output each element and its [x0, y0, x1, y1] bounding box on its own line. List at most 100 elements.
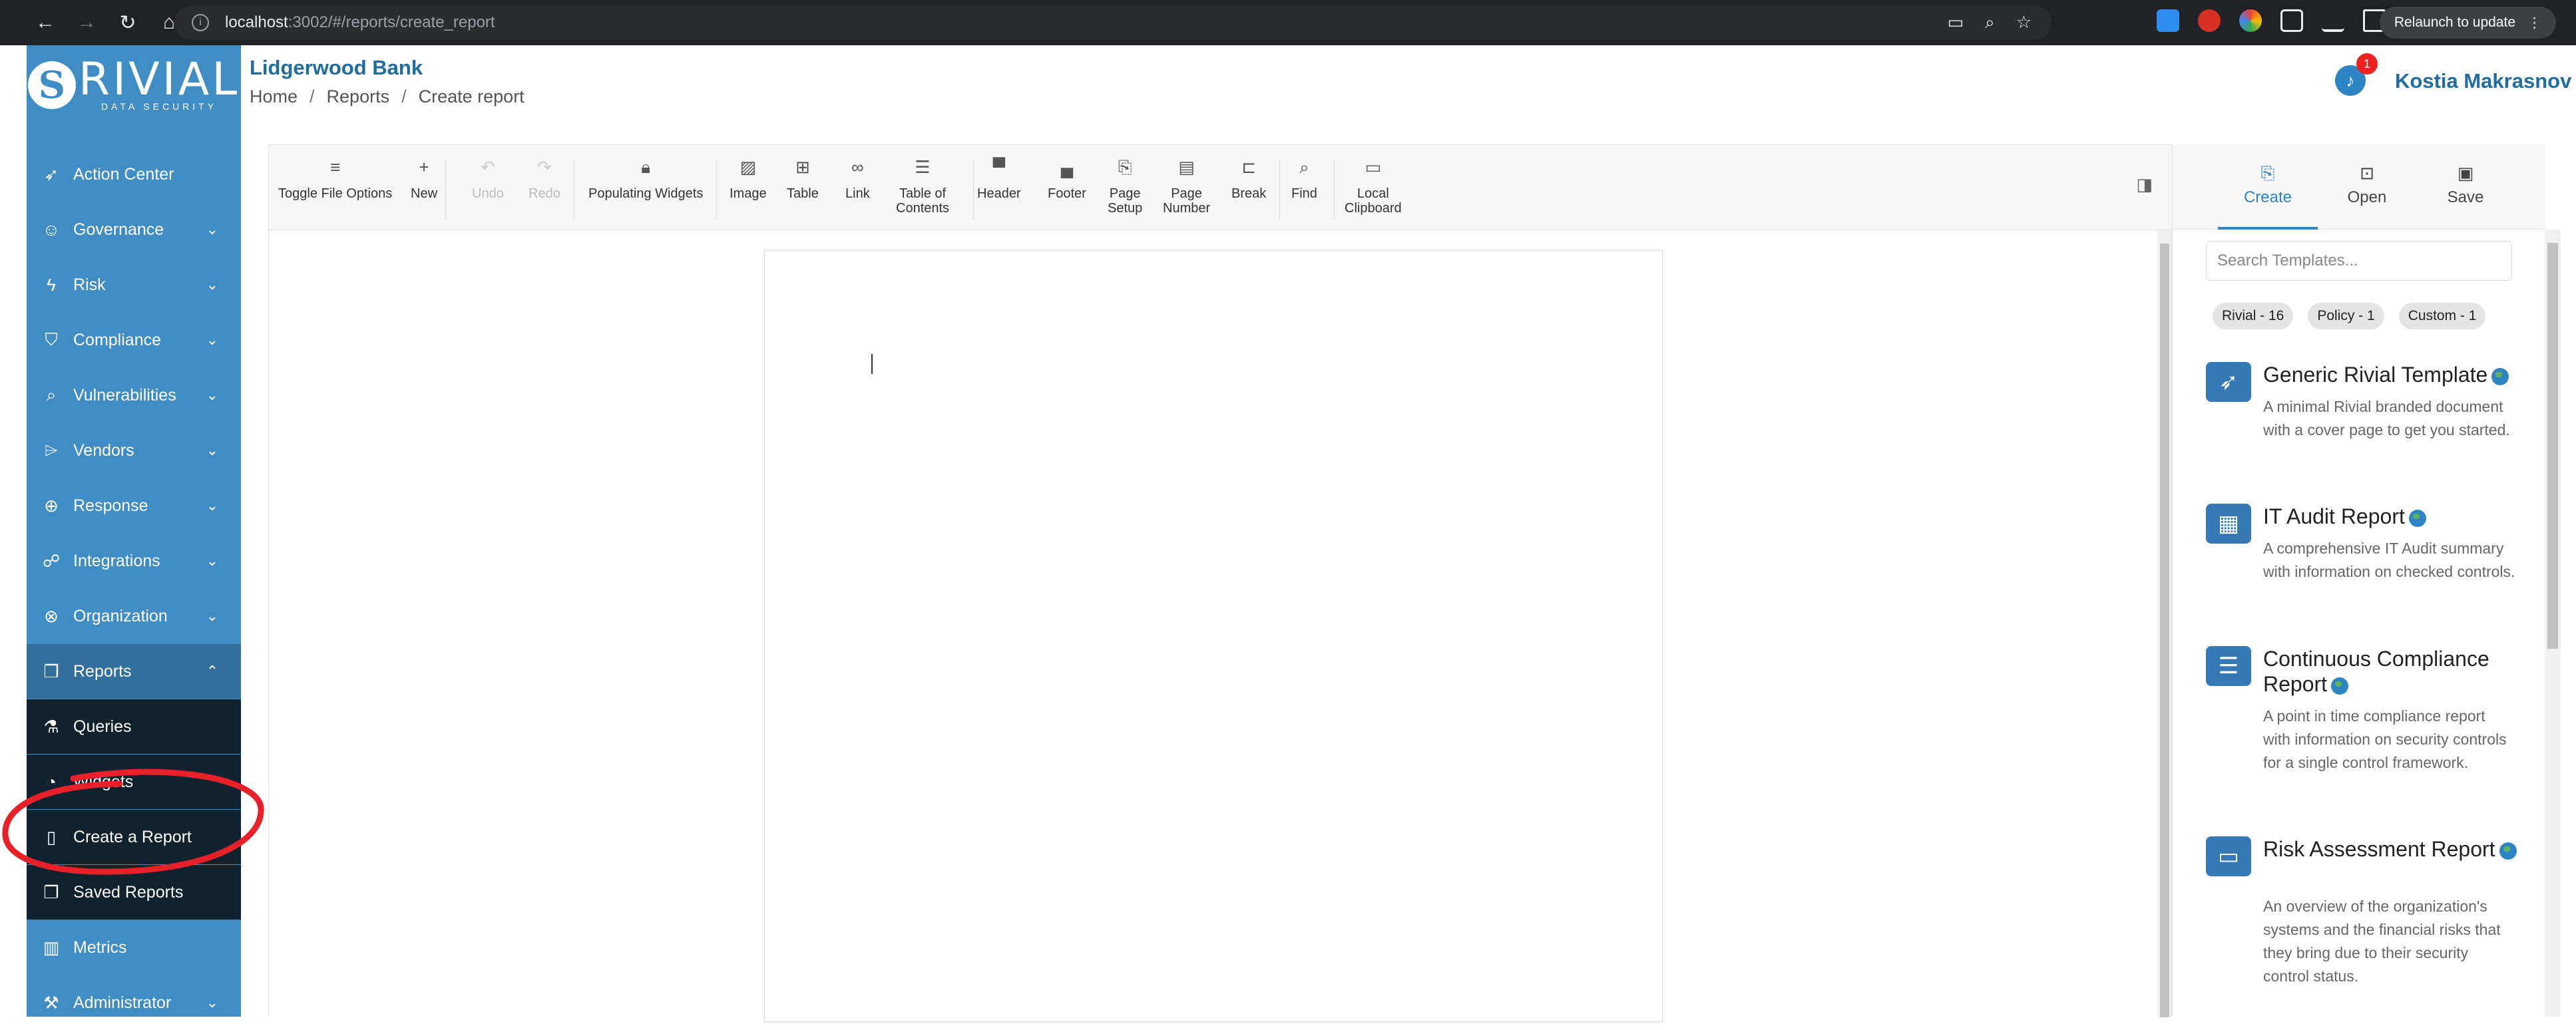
template-search-input[interactable]: Search Templates... — [2206, 241, 2512, 281]
find-button[interactable]: ⌕ Find — [1291, 157, 1317, 201]
bookmark-star-icon[interactable]: ☆ — [2016, 12, 2032, 33]
sidebar-item-vendors[interactable]: ⌲ Vendors ⌄ — [27, 423, 241, 478]
breadcrumb-reports[interactable]: Reports — [327, 86, 390, 107]
editor-scrollbar[interactable] — [2158, 230, 2171, 1017]
color-ext-icon[interactable] — [2239, 9, 2262, 32]
reload-icon[interactable]: ↻ — [116, 11, 140, 35]
header-button[interactable]: ▀ Header — [977, 158, 1021, 201]
rivial-logo[interactable]: S RIVIAL DATA SECURITY — [27, 45, 241, 125]
search-icon: ⌕ — [1299, 157, 1309, 177]
user-name[interactable]: Kostia Makrasnov — [2395, 69, 2571, 93]
sidebar-item-metrics[interactable]: ▥ Metrics — [27, 920, 241, 975]
link-button[interactable]: ∞ Link — [845, 158, 870, 201]
site-info-icon[interactable]: i — [192, 14, 209, 31]
shield-icon: ⛉ — [45, 329, 58, 349]
rivial-logo-mark: S — [27, 61, 76, 109]
table-button[interactable]: ⊞ Table — [787, 157, 819, 201]
editor-scrollbar-thumb[interactable] — [2160, 244, 2169, 1017]
notification-badge: 1 — [2356, 53, 2378, 75]
table-icon: ⊞ — [795, 157, 810, 177]
rocket-icon: ➶ — [44, 164, 59, 184]
adblock-ext-icon[interactable] — [2198, 9, 2221, 32]
sidebar-item-response[interactable]: ⊕ Response ⌄ — [27, 478, 241, 533]
bar-chart-icon: ▥ — [43, 937, 60, 957]
image-icon: ▨ — [740, 157, 757, 177]
clipboard-icon: ▭ — [1365, 157, 1382, 177]
chevron-down-icon: ⌄ — [206, 276, 218, 293]
populating-widgets-button[interactable]: 🔒︎ Populating Widgets — [588, 158, 703, 201]
sidebar-item-integrations[interactable]: ☍ Integrations ⌄ — [27, 534, 241, 588]
document-page[interactable] — [764, 250, 1663, 1022]
panel-scrollbar-thumb[interactable] — [2547, 243, 2558, 649]
sidebar-item-organization[interactable]: ⊗ Organization ⌄ — [27, 589, 241, 643]
chevron-down-icon: ⌄ — [206, 607, 218, 624]
sidebar-item-reports[interactable]: ❐ Reports ⌃ — [27, 644, 241, 699]
crosshair-icon: ⊕ — [44, 495, 59, 516]
table-of-contents-button[interactable]: ☰ Table of Contents — [896, 158, 949, 216]
folder-open-icon: ⊡ — [2360, 163, 2374, 183]
image-button[interactable]: ▨ Image — [730, 157, 767, 201]
org-name: Lidgerwood Bank — [250, 56, 423, 79]
tab-create[interactable]: ⎘ Create — [2218, 163, 2318, 207]
chevron-down-icon: ⌄ — [206, 497, 218, 514]
chevron-down-icon: ⌄ — [206, 442, 218, 458]
toolbar-divider — [1334, 160, 1335, 220]
undo-button[interactable]: ↶ Undo — [472, 157, 504, 201]
browser-chrome: ← → ↻ ⌂ i localhost :3002/#/reports/crea… — [0, 0, 2576, 45]
address-bar[interactable]: i localhost :3002/#/reports/create_repor… — [174, 5, 2051, 40]
toggle-side-panel-icon[interactable]: ◨ — [2136, 174, 2153, 195]
sidebar-item-vulnerabilities[interactable]: ⌕ Vulnerabilities ⌄ — [27, 368, 241, 423]
user-icon: ☺ — [42, 219, 61, 240]
toggle-file-options-button[interactable]: ≡ Toggle File Options — [278, 158, 392, 201]
media-icon[interactable] — [2322, 9, 2344, 32]
tab-save[interactable]: ▣ Save — [2416, 163, 2515, 207]
sidebar-item-administrator[interactable]: ⚒ Administrator ⌄ — [27, 975, 241, 1030]
annotation-circle — [2, 769, 264, 875]
magnify-icon: ⌕ — [46, 385, 57, 405]
template-item[interactable]: ➶ Generic Rivial Template A minimal Rivi… — [2206, 362, 2519, 475]
chevron-down-icon: ⌄ — [206, 552, 218, 569]
chip-custom[interactable]: Custom - 1 — [2398, 303, 2486, 329]
redo-button[interactable]: ↷ Redo — [529, 158, 560, 201]
footer-icon: ▄ — [1060, 157, 1074, 177]
editor-canvas[interactable] — [269, 230, 2159, 1022]
sidebar-item-risk[interactable]: ϟ Risk ⌄ — [27, 258, 241, 312]
tab-open[interactable]: ⊡ Open — [2317, 163, 2417, 207]
break-button[interactable]: ⊏ Break — [1231, 158, 1266, 201]
relaunch-button[interactable]: Relaunch to update ⋮ — [2379, 7, 2556, 39]
toolbar-divider — [1279, 160, 1280, 220]
globe-icon — [2491, 367, 2509, 385]
forward-icon[interactable]: → — [75, 11, 99, 34]
undo-icon: ↶ — [481, 157, 495, 177]
calendar-ext-icon[interactable] — [2157, 9, 2179, 32]
page-setup-icon: ⎘ — [1118, 157, 1132, 177]
panel-scrollbar[interactable] — [2545, 230, 2561, 1017]
sidebar-item-queries[interactable]: ⚗ Queries — [27, 699, 241, 754]
url-path: :3002/#/reports/create_report — [288, 13, 495, 31]
chip-rivial[interactable]: Rivial - 16 — [2213, 303, 2294, 329]
kebab-menu-icon[interactable]: ⋮ — [2527, 15, 2541, 31]
local-clipboard-button[interactable]: ▭ Local Clipboard — [1345, 157, 1402, 216]
template-panel: ⎘ Create ⊡ Open ▣ Save Search Templates... … — [2172, 144, 2545, 1017]
sidebar-item-governance[interactable]: ☺ Governance ⌄ — [27, 202, 241, 257]
panel-tabs: ⎘ Create ⊡ Open ▣ Save — [2173, 144, 2545, 230]
sidebar-item-compliance[interactable]: ⛉ Compliance ⌄ — [27, 313, 241, 367]
page-number-button[interactable]: ▤ Page Number — [1163, 158, 1210, 216]
sidebar-item-action-center[interactable]: ➶ Action Center — [27, 147, 241, 202]
back-icon[interactable]: ← — [33, 11, 57, 34]
tag-icon: ⌲ — [44, 440, 59, 460]
globe-icon — [2331, 677, 2349, 695]
page-setup-button[interactable]: ⎘ Page Setup — [1108, 157, 1142, 216]
chip-policy[interactable]: Policy - 1 — [2308, 303, 2384, 329]
footer-button[interactable]: ▄ Footer — [1048, 157, 1086, 201]
install-icon[interactable]: ▭ — [1948, 12, 1964, 33]
puzzle-icon[interactable] — [2280, 9, 2303, 32]
template-item[interactable]: ▭ Risk Assessment Report An overview of … — [2206, 836, 2519, 996]
new-button[interactable]: + New — [411, 158, 437, 201]
globe-icon — [2499, 842, 2517, 860]
chevron-down-icon: ⌄ — [206, 387, 218, 403]
zoom-icon[interactable]: ⌕ — [1985, 12, 1995, 33]
template-item[interactable]: ☰ Continuous Compliance Report A point i… — [2206, 646, 2519, 806]
template-item[interactable]: ▦ IT Audit Report A comprehensive IT Aud… — [2206, 504, 2519, 603]
breadcrumb-home[interactable]: Home — [250, 86, 298, 107]
